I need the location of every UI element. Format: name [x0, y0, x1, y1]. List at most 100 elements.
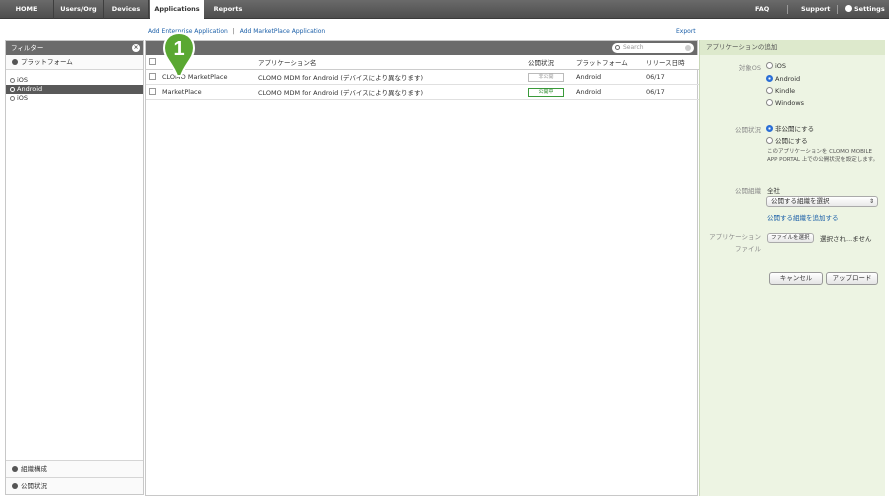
- close-icon[interactable]: ×: [132, 44, 140, 52]
- row-platform: Android: [576, 84, 646, 100]
- status-section-header[interactable]: 公開状況: [6, 477, 143, 494]
- org-select[interactable]: 公開する組織を選択 ⇕: [766, 196, 878, 207]
- choose-file-button[interactable]: ファイルを選択: [767, 233, 814, 243]
- export-link[interactable]: Export: [676, 28, 696, 35]
- nav-tab-devices[interactable]: Devices: [104, 0, 149, 19]
- os-label: 対象OS: [738, 64, 761, 72]
- column-platform[interactable]: プラットフォーム: [576, 55, 646, 70]
- nav-faq[interactable]: FAQ: [755, 0, 769, 19]
- os-option-label: Kindle: [775, 87, 796, 95]
- platform-item-android[interactable]: Android: [6, 85, 143, 94]
- platform-item-ios-2[interactable]: iOS: [6, 94, 143, 103]
- link-separator: |: [232, 28, 235, 35]
- callout-number: 1: [173, 38, 184, 60]
- radio-icon: [10, 86, 15, 92]
- platform-header-label: プラットフォーム: [21, 58, 73, 66]
- top-navigation: HOME Users/Org Devices Applications Repo…: [0, 0, 889, 20]
- os-option-ios[interactable]: iOS: [766, 62, 786, 70]
- row-date: 06/17: [646, 69, 699, 85]
- settings-label: Settings: [854, 5, 885, 13]
- select-arrows-icon: ⇕: [868, 198, 874, 205]
- nav-tab-applications[interactable]: Applications: [150, 0, 204, 20]
- column-app-name[interactable]: アプリケーション名: [258, 55, 528, 70]
- os-option-label: Windows: [775, 99, 805, 107]
- row-checkbox[interactable]: [149, 87, 156, 95]
- nav-tab-reports[interactable]: Reports: [205, 0, 251, 19]
- org-section-header[interactable]: 組織構成: [6, 460, 143, 477]
- publish-option-public[interactable]: 公開にする: [766, 135, 808, 145]
- row-app-name: CLOMO MDM for Android (デバイスにより異なります): [258, 84, 528, 100]
- platform-section-header[interactable]: プラットフォーム: [6, 55, 143, 70]
- row-platform: Android: [576, 69, 646, 85]
- publish-option-label: 公開にする: [775, 137, 808, 145]
- publish-note: このアプリケーションを CLOMO MOBILE APP PORTAL 上での公…: [767, 149, 879, 163]
- clear-icon[interactable]: [685, 45, 691, 51]
- add-org-link[interactable]: 公開する組織を追加する: [767, 212, 839, 222]
- chevron-down-icon: [12, 465, 18, 472]
- nav-separator: [837, 5, 838, 14]
- nav-tab-users-org[interactable]: Users/Org: [54, 0, 104, 19]
- org-select-value: 公開する組織を選択: [771, 197, 830, 205]
- status-badge: 非公開: [528, 72, 564, 82]
- platform-item-label: iOS: [17, 76, 29, 84]
- chevron-down-icon: [12, 482, 18, 489]
- add-application-panel: アプリケーションの追加: [699, 40, 885, 496]
- panel-title: アプリケーションの追加: [700, 40, 885, 55]
- upload-button[interactable]: アップロード: [826, 272, 878, 285]
- add-marketplace-link[interactable]: Add MarketPlace Application: [240, 28, 326, 35]
- file-label-line-2: ファイル: [735, 245, 761, 253]
- radio-icon: [766, 137, 773, 144]
- table-toolbar: Search: [146, 41, 697, 55]
- search-input[interactable]: Search: [612, 43, 694, 53]
- table-header: アプリケーション名 公開状況 プラットフォーム リリース日時: [146, 55, 699, 70]
- table-row[interactable]: CLOMO MarketPlace CLOMO MDM for Android …: [146, 69, 699, 85]
- nav-separator: [787, 5, 788, 14]
- row-checkbox[interactable]: [149, 72, 156, 80]
- org-label: 公開組織: [735, 187, 761, 195]
- search-icon: [615, 45, 620, 50]
- os-option-label: Android: [775, 75, 801, 83]
- platform-item-label: iOS: [17, 94, 29, 102]
- org-value: 全社: [767, 187, 780, 195]
- column-release-date[interactable]: リリース日時: [646, 55, 699, 70]
- radio-icon: [766, 99, 773, 106]
- org-section-label: 組織構成: [21, 465, 47, 473]
- column-status[interactable]: 公開状況: [528, 55, 576, 70]
- cancel-button[interactable]: キャンセル: [769, 272, 823, 285]
- platform-item-ios[interactable]: iOS: [6, 76, 143, 85]
- os-option-android[interactable]: Android: [766, 75, 800, 83]
- row-status-cell: 非公開: [528, 69, 576, 85]
- radio-icon: [766, 87, 773, 94]
- radio-checked-icon: [766, 125, 773, 132]
- radio-icon: [766, 62, 773, 69]
- row-status-cell: 公開中: [528, 84, 576, 100]
- app-table: アプリケーション名 公開状況 プラットフォーム リリース日時 CLOMO Mar…: [146, 55, 699, 100]
- radio-icon: [10, 95, 15, 101]
- publish-option-label: 非公開にする: [775, 125, 815, 133]
- os-option-windows[interactable]: Windows: [766, 99, 804, 107]
- row-checkbox-cell: [146, 69, 162, 85]
- os-option-kindle[interactable]: Kindle: [766, 87, 795, 95]
- nav-tab-home[interactable]: HOME: [0, 0, 54, 19]
- table-row[interactable]: MarketPlace CLOMO MDM for Android (デバイスに…: [146, 84, 699, 100]
- os-option-label: iOS: [775, 62, 787, 70]
- select-all-checkbox[interactable]: [149, 57, 156, 65]
- sidebar-bottom-sections: 組織構成 公開状況: [6, 460, 143, 494]
- nav-settings[interactable]: Settings: [845, 0, 885, 19]
- file-label-line-1: アプリケーション: [709, 233, 761, 241]
- status-badge: 公開中: [528, 87, 564, 97]
- application-list: Search アプリケーション名 公開状況 プラットフォーム リリース日時 CL…: [145, 40, 699, 496]
- nav-support[interactable]: Support: [801, 0, 830, 19]
- select-all-cell: [146, 55, 162, 70]
- step-callout-marker: 1: [162, 31, 196, 77]
- search-placeholder: Search: [623, 44, 644, 51]
- row-name: MarketPlace: [162, 84, 258, 100]
- status-section-label: 公開状況: [21, 482, 47, 490]
- radio-checked-icon: [766, 75, 773, 82]
- row-app-name: CLOMO MDM for Android (デバイスにより異なります): [258, 69, 528, 85]
- publish-option-private[interactable]: 非公開にする: [766, 123, 814, 133]
- chevron-down-icon: [12, 58, 18, 65]
- file-label: アプリケーション ファイル: [699, 231, 761, 253]
- row-date: 06/17: [646, 84, 699, 100]
- platform-item-label: Android: [17, 85, 43, 93]
